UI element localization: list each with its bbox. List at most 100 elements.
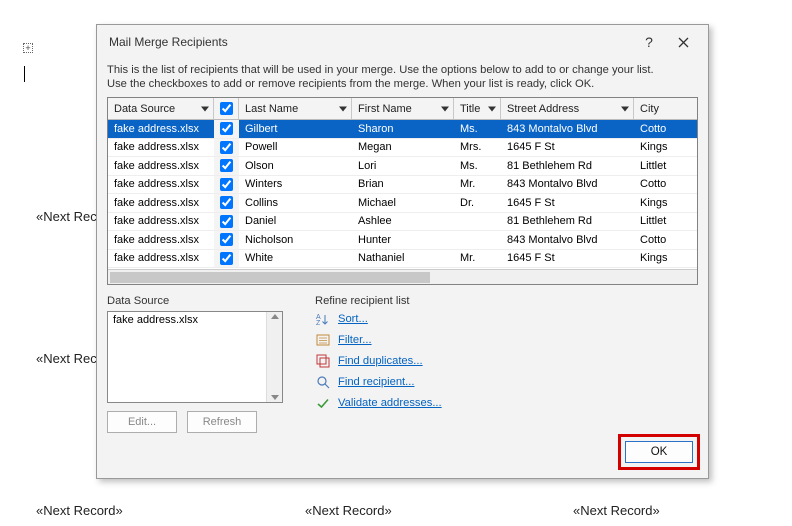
help-button[interactable]: ? <box>632 29 666 55</box>
cell-street-address: 81 Bethlehem Rd <box>501 157 634 175</box>
cell-checkbox <box>214 139 239 157</box>
horizontal-scrollbar[interactable] <box>108 269 697 284</box>
cell-city: Cotto <box>634 176 682 194</box>
table-row[interactable]: fake address.xlsxGilbertSharonMs.843 Mon… <box>108 120 697 139</box>
scroll-up-icon <box>271 314 279 319</box>
row-checkbox[interactable] <box>220 233 233 246</box>
cell-first-name: Ashlee <box>352 213 454 231</box>
cell-last-name: Daniel <box>239 213 352 231</box>
anchor-icon: + <box>23 43 33 53</box>
cell-last-name: White <box>239 250 352 268</box>
link-text: Filter... <box>338 334 372 346</box>
table-row[interactable]: fake address.xlsxOlsonLoriMs.81 Bethlehe… <box>108 157 697 176</box>
validate-addresses-link[interactable]: Validate addresses... <box>315 395 698 411</box>
intro-line1: This is the list of recipients that will… <box>107 63 698 77</box>
cell-last-name: Olson <box>239 157 352 175</box>
close-button[interactable] <box>666 29 700 55</box>
data-source-item[interactable]: fake address.xlsx <box>108 312 282 328</box>
scrollbar-thumb[interactable] <box>110 272 430 283</box>
cell-checkbox <box>214 213 239 231</box>
column-label: First Name <box>358 103 412 115</box>
cell-title: Ms. <box>454 120 501 138</box>
link-text: Find recipient... <box>338 376 414 388</box>
column-header-city[interactable]: City <box>634 98 682 119</box>
ok-button[interactable]: OK <box>625 441 693 463</box>
cell-title <box>454 231 501 249</box>
refine-list-label: Refine recipient list <box>315 295 698 307</box>
table-row[interactable]: fake address.xlsxWhiteNathanielMr.1645 F… <box>108 250 697 269</box>
cell-data-source: fake address.xlsx <box>108 231 214 249</box>
grid-header: Data Source Last Name First Name Title <box>108 98 697 120</box>
cell-last-name: Collins <box>239 194 352 212</box>
cell-title: Mrs. <box>454 139 501 157</box>
cell-street-address: 1645 F St <box>501 250 634 268</box>
cell-checkbox <box>214 231 239 249</box>
row-checkbox[interactable] <box>220 178 233 191</box>
cell-street-address: 843 Montalvo Blvd <box>501 231 634 249</box>
column-header-first-name[interactable]: First Name <box>352 98 454 119</box>
cell-data-source: fake address.xlsx <box>108 176 214 194</box>
text-cursor <box>24 66 25 82</box>
cell-street-address: 843 Montalvo Blvd <box>501 176 634 194</box>
find-recipient-link[interactable]: Find recipient... <box>315 374 698 390</box>
cell-checkbox <box>214 120 239 138</box>
dropdown-icon <box>339 106 347 111</box>
row-checkbox[interactable] <box>220 252 233 265</box>
cell-last-name: Winters <box>239 176 352 194</box>
merge-field-next-record: «Next Reco <box>36 209 104 224</box>
column-header-checkbox[interactable] <box>214 98 239 119</box>
row-checkbox[interactable] <box>220 141 233 154</box>
cell-data-source: fake address.xlsx <box>108 194 214 212</box>
column-label: Last Name <box>245 103 298 115</box>
table-row[interactable]: fake address.xlsx NicholsonHunter 843 Mont… <box>108 231 697 250</box>
cell-title: Ms. <box>454 157 501 175</box>
cell-street-address: 81 Bethlehem Rd <box>501 213 634 231</box>
link-text: Find duplicates... <box>338 355 423 367</box>
merge-field-next-record: «Next Record» <box>36 503 123 518</box>
cell-last-name: Powell <box>239 139 352 157</box>
table-row[interactable]: fake address.xlsxCollinsMichaelDr.1645 F… <box>108 194 697 213</box>
svg-text:Z: Z <box>316 320 321 326</box>
cell-last-name: Nicholson <box>239 231 352 249</box>
filter-link[interactable]: Filter... <box>315 332 698 348</box>
find-duplicates-link[interactable]: Find duplicates... <box>315 353 698 369</box>
column-label: City <box>640 103 659 115</box>
table-row[interactable]: fake address.xlsxWintersBrianMr.843 Mont… <box>108 176 697 195</box>
cell-title: Dr. <box>454 194 501 212</box>
edit-button[interactable]: Edit... <box>107 411 177 433</box>
dialog-title: Mail Merge Recipients <box>109 35 632 49</box>
column-header-street-address[interactable]: Street Address <box>501 98 634 119</box>
cell-checkbox <box>214 157 239 175</box>
cell-city: Cotto <box>634 120 682 138</box>
table-row[interactable]: fake address.xlsx DanielAshlee 81 Bethlehe… <box>108 213 697 232</box>
cell-first-name: Hunter <box>352 231 454 249</box>
column-header-last-name[interactable]: Last Name <box>239 98 352 119</box>
cell-city: Littlet <box>634 157 682 175</box>
cell-street-address: 1645 F St <box>501 194 634 212</box>
cell-city: Littlet <box>634 213 682 231</box>
refresh-button[interactable]: Refresh <box>187 411 257 433</box>
sort-link[interactable]: AZ Sort... <box>315 311 698 327</box>
row-checkbox[interactable] <box>220 196 233 209</box>
select-all-checkbox[interactable] <box>220 102 233 115</box>
cell-last-name: Gilbert <box>239 120 352 138</box>
cell-title: Mr. <box>454 250 501 268</box>
cell-first-name: Lori <box>352 157 454 175</box>
data-source-list[interactable]: fake address.xlsx <box>107 311 283 403</box>
row-checkbox[interactable] <box>220 159 233 172</box>
table-row[interactable]: fake address.xlsxPowellMeganMrs.1645 F S… <box>108 139 697 158</box>
link-text: Validate addresses... <box>338 397 442 409</box>
cell-city: Kings <box>634 194 682 212</box>
find-duplicates-icon <box>315 353 331 369</box>
column-header-title[interactable]: Title <box>454 98 501 119</box>
row-checkbox[interactable] <box>220 215 233 228</box>
listbox-scrollbar[interactable] <box>266 312 282 402</box>
cell-city: Cotto <box>634 231 682 249</box>
cell-checkbox <box>214 250 239 268</box>
dialog-titlebar: Mail Merge Recipients ? <box>97 25 708 59</box>
merge-field-next-record: «Next Record» <box>305 503 392 518</box>
sort-icon: AZ <box>315 311 331 327</box>
column-header-data-source[interactable]: Data Source <box>108 98 214 119</box>
cell-data-source: fake address.xlsx <box>108 213 214 231</box>
row-checkbox[interactable] <box>220 122 233 135</box>
